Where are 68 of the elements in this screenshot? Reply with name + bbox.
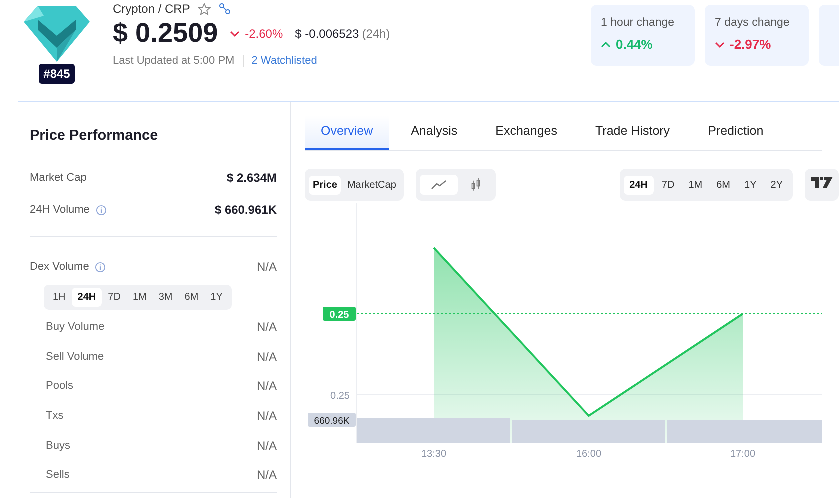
stat-value: N/A [256,408,277,423]
period-tab[interactable]: 3M [152,288,179,307]
period-tab[interactable]: 7D [102,288,127,307]
change-card-label: 7 days change [715,17,791,29]
stat-label: Market Cap [30,172,87,184]
change-card-label: 1 hour change [601,17,676,29]
x-axis-label: 13:30 [421,449,447,460]
x-axis-label: 17:00 [730,449,756,460]
stat-label: Dex Volume [30,261,90,273]
range-tab[interactable]: 1Y [738,176,763,194]
info-icon[interactable] [95,262,106,272]
share-icon[interactable] [219,3,232,15]
stat-label: Buy Volume [46,320,105,333]
stat-value: N/A [256,379,277,394]
logo-icon [811,177,833,188]
line-chart-icon [431,180,448,190]
price-change-percent: -2.60% [245,26,284,40]
tab[interactable]: Prediction [692,116,780,150]
metric-tab[interactable]: Price [309,176,342,194]
chevron-down-icon [230,30,240,38]
stat-label: Sells [46,469,70,482]
y-axis-label: 0.25 [330,391,350,402]
period-tab[interactable]: 6M [178,288,205,307]
range-tab[interactable]: 6M [710,176,737,194]
candlestick-icon [471,178,482,192]
volume-tag: 660.96K [308,413,356,427]
stat-label: 24H Volume [30,204,90,216]
stat-value: N/A [256,260,277,274]
diamond-logo-icon [24,6,90,62]
line-chart-button[interactable] [420,175,458,195]
logo-button[interactable] [805,169,839,201]
range-tab[interactable]: 7D [656,176,681,194]
watchlisted-link[interactable]: 2 Watchlisted [244,55,318,67]
coin-price: $ 0.2509 [113,18,218,49]
period-tab[interactable]: 24H [72,288,102,307]
stat-value: N/A [256,320,277,334]
stat-value: N/A [256,350,277,364]
range-tab[interactable]: 24H [624,176,654,194]
stat-label: Pools [46,380,74,392]
info-icon[interactable] [96,204,107,216]
period-tab[interactable]: 1H [47,288,72,307]
stat-value: N/A [256,468,277,482]
last-updated-text: Last Updated at 5:00 PM [113,55,244,67]
change-card-value: -2.97% [730,37,772,52]
chevron-down-icon [715,40,725,48]
period-tab[interactable]: 1Y [204,288,229,307]
tab[interactable]: Trade History [580,116,686,150]
tab[interactable]: Analysis [395,116,474,150]
chevron-up-icon [601,40,611,48]
star-icon[interactable] [198,2,212,16]
price-tag: 0.25 [323,307,356,321]
range-tab[interactable]: 2Y [764,176,789,194]
rank-badge: #845 [38,64,76,84]
stat-label: Txs [46,410,64,422]
stat-label: Sell Volume [46,350,104,363]
range-tab[interactable]: 1M [682,176,709,194]
metric-tab[interactable]: MarketCap [343,176,400,194]
stat-label: Buys [46,440,70,452]
tab[interactable]: Exchanges [480,116,574,150]
period-tab[interactable]: 1M [126,288,153,307]
coin-name: Crypton / CRP [113,2,190,16]
price-change-amount: $ -0.006523 (24h) [295,26,390,40]
stat-value: $ 2.634M [226,171,277,185]
section-title: Price Performance [30,128,160,144]
change-card-value: 0.44% [616,37,653,52]
stat-value: $ 660.961K [214,203,277,217]
stat-value: N/A [256,438,277,453]
x-axis-label: 16:00 [576,449,602,460]
